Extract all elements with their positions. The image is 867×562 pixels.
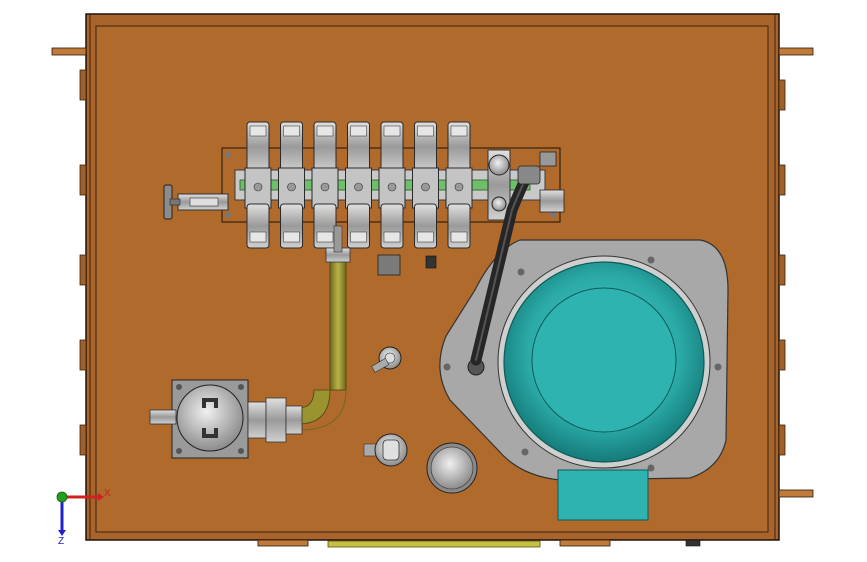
- cad-drawing: X Z: [51, 13, 814, 548]
- z-axis-label: Z: [58, 536, 64, 547]
- solenoid-valve: [412, 121, 439, 249]
- left-side-brackets: [79, 69, 87, 456]
- solenoid-valve: [378, 121, 406, 249]
- breather-cap: [426, 442, 478, 494]
- solenoid-valve: [445, 121, 473, 249]
- solenoid-valve: [278, 121, 305, 249]
- solenoid-valve: [345, 121, 372, 249]
- bottom-feet: [257, 539, 701, 548]
- solenoid-valve: [244, 121, 272, 249]
- right-side-brackets: [778, 79, 786, 456]
- x-axis-label: X: [104, 488, 111, 499]
